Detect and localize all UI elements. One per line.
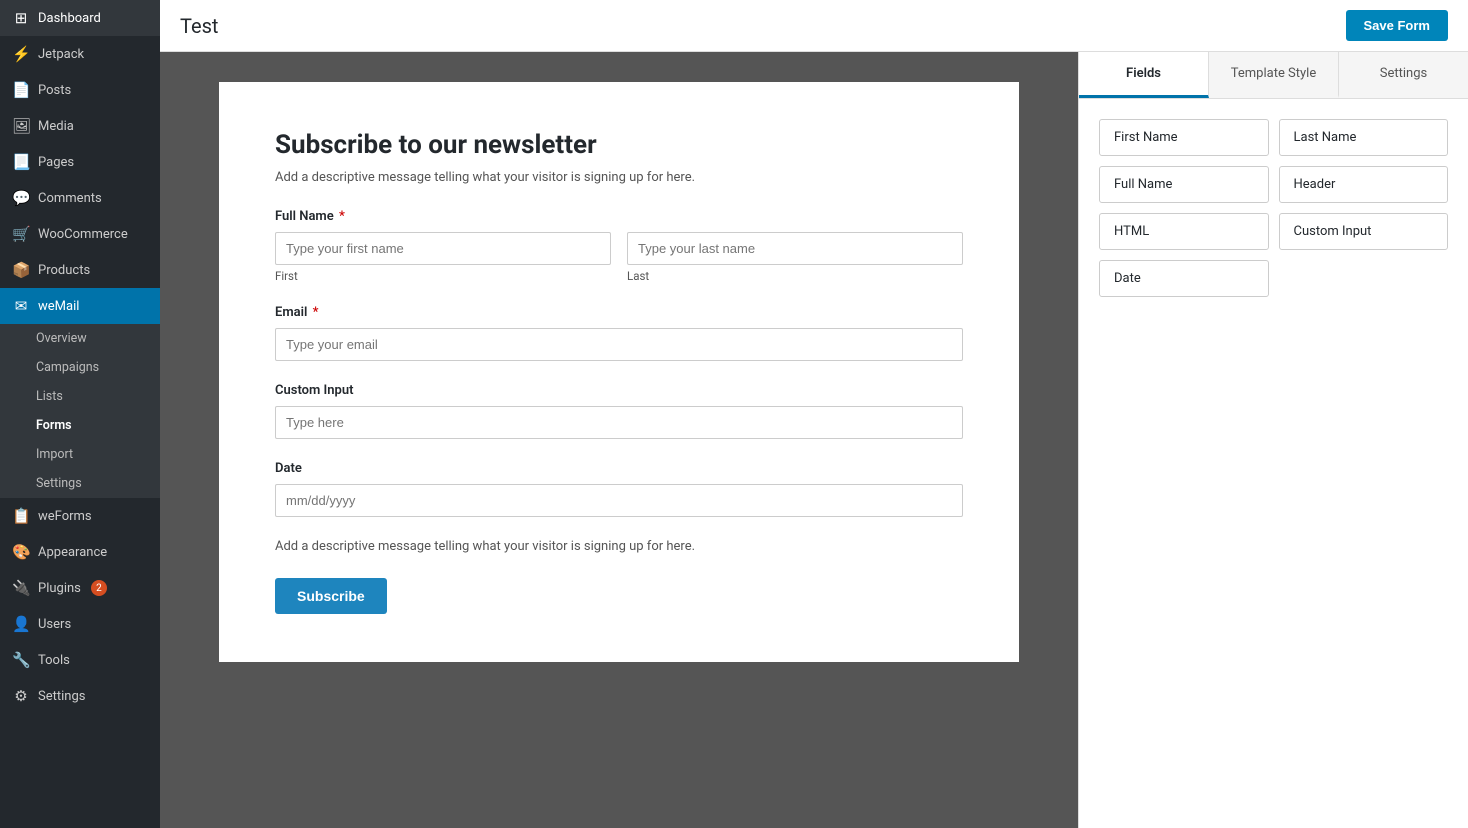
field-chip-custom-input[interactable]: Custom Input xyxy=(1279,213,1449,250)
sidebar-item-posts[interactable]: 📄 Posts xyxy=(0,72,160,108)
media-icon: 🖼 xyxy=(12,117,30,135)
form-canvas-wrapper: Subscribe to our newsletter Add a descri… xyxy=(160,52,1078,828)
field-fullname: Full Name * First Last xyxy=(275,209,963,283)
sidebar-item-label: Appearance xyxy=(38,545,107,560)
sidebar-item-label: WooCommerce xyxy=(38,227,128,242)
field-chip-html[interactable]: HTML xyxy=(1099,213,1269,250)
sidebar-item-label: Products xyxy=(38,263,90,278)
plugins-icon: 🔌 xyxy=(12,579,30,597)
topbar: Test Save Form xyxy=(160,0,1468,52)
sidebar-subitem-forms[interactable]: Forms xyxy=(0,411,160,440)
sidebar-item-users[interactable]: 👤 Users xyxy=(0,606,160,642)
sidebar-item-label: Tools xyxy=(38,653,70,668)
weforms-icon: 📋 xyxy=(12,507,30,525)
sidebar-item-comments[interactable]: 💬 Comments xyxy=(0,180,160,216)
sidebar-subitem-settings[interactable]: Settings xyxy=(0,469,160,498)
tab-settings[interactable]: Settings xyxy=(1339,52,1468,98)
email-input[interactable] xyxy=(275,328,963,361)
comments-icon: 💬 xyxy=(12,189,30,207)
sidebar-item-appearance[interactable]: 🎨 Appearance xyxy=(0,534,160,570)
form-title: Subscribe to our newsletter xyxy=(275,130,963,160)
field-chip-full-name[interactable]: Full Name xyxy=(1099,166,1269,203)
sidebar-item-label: Posts xyxy=(38,83,71,98)
woocommerce-icon: 🛒 xyxy=(12,225,30,243)
sidebar-item-weforms[interactable]: 📋 weForms xyxy=(0,498,160,534)
field-chips-grid: First Name Last Name Full Name Header HT… xyxy=(1099,119,1448,297)
subscribe-button[interactable]: Subscribe xyxy=(275,578,387,614)
sidebar-item-label: Jetpack xyxy=(38,47,84,62)
field-chip-date[interactable]: Date xyxy=(1099,260,1269,297)
wemail-submenu: Overview Campaigns Lists Forms Import Se… xyxy=(0,324,160,498)
panel-content: First Name Last Name Full Name Header HT… xyxy=(1079,99,1468,828)
sidebar-item-pages[interactable]: 📃 Pages xyxy=(0,144,160,180)
page-title: Test xyxy=(180,14,218,38)
right-panel: Fields Template Style Settings First Nam… xyxy=(1078,52,1468,828)
required-indicator: * xyxy=(336,209,345,224)
sidebar-item-jetpack[interactable]: ⚡ Jetpack xyxy=(0,36,160,72)
sidebar-item-label: Settings xyxy=(38,689,85,704)
tools-icon: 🔧 xyxy=(12,651,30,669)
sidebar-item-media[interactable]: 🖼 Media xyxy=(0,108,160,144)
content-area: Subscribe to our newsletter Add a descri… xyxy=(160,52,1468,828)
form-canvas: Subscribe to our newsletter Add a descri… xyxy=(219,82,1019,662)
email-label: Email * xyxy=(275,305,963,320)
field-chip-header[interactable]: Header xyxy=(1279,166,1449,203)
pages-icon: 📃 xyxy=(12,153,30,171)
form-footer-description: Add a descriptive message telling what y… xyxy=(275,539,963,554)
field-date: Date xyxy=(275,461,963,517)
sidebar-subitem-overview[interactable]: Overview xyxy=(0,324,160,353)
posts-icon: 📄 xyxy=(12,81,30,99)
users-icon: 👤 xyxy=(12,615,30,633)
sidebar-subitem-campaigns[interactable]: Campaigns xyxy=(0,353,160,382)
field-chip-first-name[interactable]: First Name xyxy=(1099,119,1269,156)
sidebar-item-label: Plugins xyxy=(38,581,81,596)
sidebar-subitem-lists[interactable]: Lists xyxy=(0,382,160,411)
sidebar-item-label: Media xyxy=(38,119,74,134)
first-name-col: First xyxy=(275,232,611,283)
fullname-row: First Last xyxy=(275,232,963,283)
last-name-col: Last xyxy=(627,232,963,283)
custom-input-field[interactable] xyxy=(275,406,963,439)
last-name-input[interactable] xyxy=(627,232,963,265)
last-sublabel: Last xyxy=(627,269,963,283)
fullname-label: Full Name * xyxy=(275,209,963,224)
form-description: Add a descriptive message telling what y… xyxy=(275,170,963,185)
sidebar-subitem-import[interactable]: Import xyxy=(0,440,160,469)
sidebar-item-label: weForms xyxy=(38,509,92,524)
custom-input-label: Custom Input xyxy=(275,383,963,398)
sidebar-item-dashboard[interactable]: ⊞ Dashboard xyxy=(0,0,160,36)
tab-template-style[interactable]: Template Style xyxy=(1209,52,1339,98)
required-indicator: * xyxy=(309,305,318,320)
sidebar-item-wemail[interactable]: ✉ weMail xyxy=(0,288,160,324)
sidebar-item-label: weMail xyxy=(38,299,79,314)
products-icon: 📦 xyxy=(12,261,30,279)
field-chip-last-name[interactable]: Last Name xyxy=(1279,119,1449,156)
sidebar-item-tools[interactable]: 🔧 Tools xyxy=(0,642,160,678)
tab-fields[interactable]: Fields xyxy=(1079,52,1209,98)
dashboard-icon: ⊞ xyxy=(12,9,30,27)
sidebar-item-label: Users xyxy=(38,617,71,632)
sidebar: ⊞ Dashboard ⚡ Jetpack 📄 Posts 🖼 Media 📃 … xyxy=(0,0,160,828)
sidebar-item-plugins[interactable]: 🔌 Plugins 2 xyxy=(0,570,160,606)
sidebar-item-label: Dashboard xyxy=(38,11,101,26)
field-custom-input: Custom Input xyxy=(275,383,963,439)
first-name-input[interactable] xyxy=(275,232,611,265)
save-form-button[interactable]: Save Form xyxy=(1346,10,1448,41)
sidebar-item-label: Pages xyxy=(38,155,74,170)
sidebar-item-products[interactable]: 📦 Products xyxy=(0,252,160,288)
main-area: Test Save Form Subscribe to our newslett… xyxy=(160,0,1468,828)
plugins-badge: 2 xyxy=(91,580,107,596)
sidebar-item-label: Comments xyxy=(38,191,102,206)
appearance-icon: 🎨 xyxy=(12,543,30,561)
date-input[interactable] xyxy=(275,484,963,517)
first-sublabel: First xyxy=(275,269,611,283)
date-label: Date xyxy=(275,461,963,476)
field-email: Email * xyxy=(275,305,963,361)
wemail-icon: ✉ xyxy=(12,297,30,315)
sidebar-item-woocommerce[interactable]: 🛒 WooCommerce xyxy=(0,216,160,252)
sidebar-item-settings[interactable]: ⚙ Settings xyxy=(0,678,160,714)
panel-tabs: Fields Template Style Settings xyxy=(1079,52,1468,99)
settings-icon: ⚙ xyxy=(12,687,30,705)
jetpack-icon: ⚡ xyxy=(12,45,30,63)
